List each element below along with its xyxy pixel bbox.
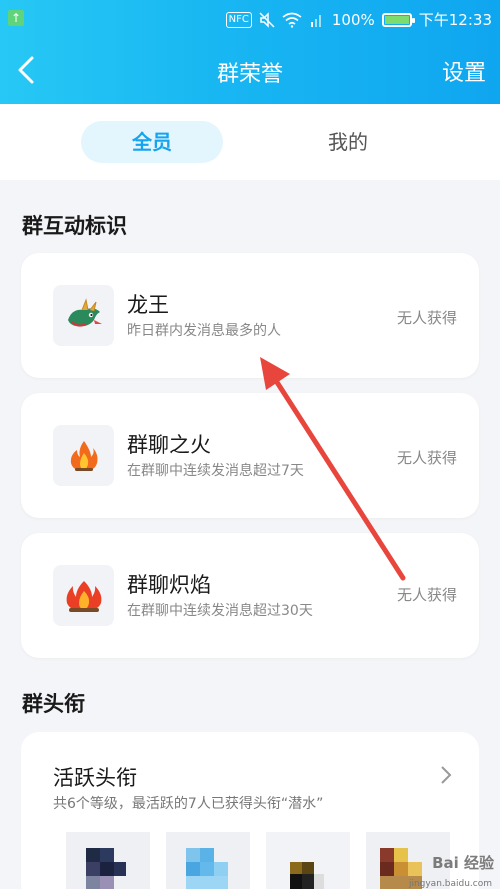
signal-icon bbox=[310, 14, 321, 27]
active-title-card[interactable]: 活跃头衔 共6个等级，最活跃的7人已获得头衔“潜水” bbox=[21, 732, 479, 889]
section-title-titles: 群头衔 bbox=[22, 692, 85, 716]
upload-notification-icon: ↑ bbox=[8, 10, 24, 26]
status-bar: ↑ NFC 100% 下午12:33 bbox=[0, 0, 500, 36]
page-title: 群荣誉 bbox=[216, 62, 283, 87]
active-title-desc: 共6个等级，最活跃的7人已获得头衔“潜水” bbox=[53, 796, 324, 812]
navbar: 群荣誉 设置 bbox=[0, 44, 500, 96]
badge-desc: 昨日群内发消息最多的人 bbox=[127, 323, 281, 339]
badge-name: 群聊之火 bbox=[127, 433, 211, 457]
nfc-icon: NFC bbox=[225, 11, 252, 28]
chevron-right-icon[interactable] bbox=[439, 764, 453, 786]
badge-card-chat-fire[interactable]: 群聊之火 在群聊中连续发消息超过7天 无人获得 bbox=[21, 393, 479, 518]
dragon-icon bbox=[53, 285, 114, 346]
tab-all-members[interactable]: 全员 bbox=[81, 121, 223, 163]
avatar[interactable] bbox=[66, 832, 150, 889]
battery-percent: 100% bbox=[331, 10, 375, 29]
badge-card-dragon-king[interactable]: 龙王 昨日群内发消息最多的人 无人获得 bbox=[21, 253, 479, 378]
badge-state: 无人获得 bbox=[396, 586, 457, 604]
fire-icon bbox=[53, 425, 114, 486]
tab-bar: 全员 我的 bbox=[0, 104, 500, 180]
header: ↑ NFC 100% 下午12:33 群荣誉 设置 bbox=[0, 0, 500, 104]
clock: 下午12:33 bbox=[418, 11, 492, 29]
badge-state: 无人获得 bbox=[396, 449, 457, 467]
badge-desc: 在群聊中连续发消息超过30天 bbox=[127, 603, 313, 619]
blaze-icon bbox=[53, 565, 114, 626]
watermark-url: jingyan.baidu.com bbox=[408, 879, 492, 889]
status-icons: NFC 100% 下午12:33 bbox=[225, 9, 492, 30]
wifi-icon bbox=[282, 12, 302, 28]
watermark: Bai 经验 bbox=[432, 854, 494, 872]
battery-icon bbox=[381, 12, 415, 27]
badge-name: 群聊炽焰 bbox=[127, 573, 211, 597]
settings-button[interactable]: 设置 bbox=[442, 55, 486, 87]
active-title-name: 活跃头衔 bbox=[53, 766, 137, 790]
badge-card-chat-blaze[interactable]: 群聊炽焰 在群聊中连续发消息超过30天 无人获得 bbox=[21, 533, 479, 658]
avatar[interactable] bbox=[166, 832, 250, 889]
badge-desc: 在群聊中连续发消息超过7天 bbox=[127, 463, 304, 479]
tab-mine[interactable]: 我的 bbox=[277, 121, 419, 163]
badge-name: 龙王 bbox=[127, 293, 169, 317]
mute-icon bbox=[259, 11, 275, 28]
section-title-interaction: 群互动标识 bbox=[22, 214, 127, 238]
badge-state: 无人获得 bbox=[396, 309, 457, 327]
avatar[interactable] bbox=[266, 832, 350, 889]
